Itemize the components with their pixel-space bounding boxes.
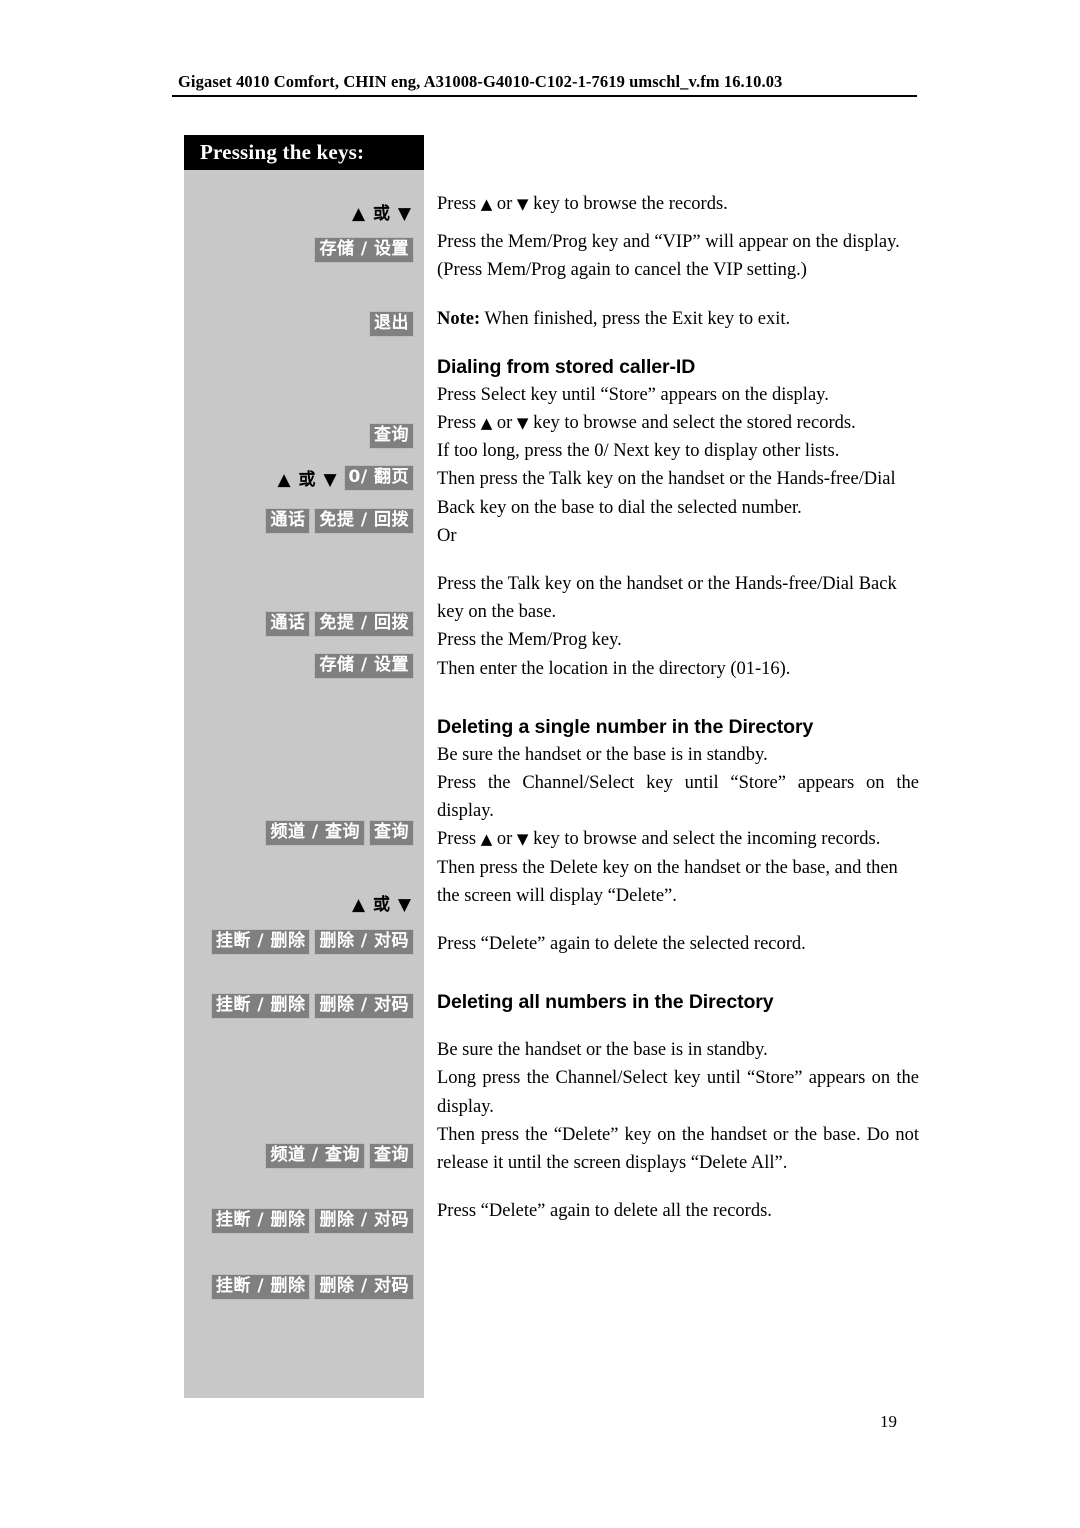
paragraph-dialing-alt-3: Then enter the location in the directory… <box>437 658 791 679</box>
paragraph-delete-all-3: Then press the “Delete” key on the hands… <box>437 1124 919 1174</box>
delete-single-3-pre: Press <box>437 829 481 850</box>
paragraph-dialing-or: Or <box>437 525 457 546</box>
key-row: 频道 / 查询 查询 <box>265 820 414 846</box>
paragraph-dialing-4: Then press the Talk key on the handset o… <box>437 469 896 518</box>
key-label-box: 免提 / 回拨 <box>314 611 414 637</box>
paragraph-delete-all-4: Press “Delete” again to delete all the r… <box>437 1201 772 1222</box>
paragraph-delete-single-1: Be sure the handset or the base is in st… <box>437 744 768 765</box>
paragraph-delete-single-2: Press the Channel/Select key until “Stor… <box>437 773 919 822</box>
up-down-arrows-icon: ▲ 或 ▼ <box>352 895 412 915</box>
key-label-box: 挂断 / 删除 <box>210 993 311 1019</box>
paragraph-note: Note: When finished, press the Exit key … <box>437 305 919 333</box>
section-title-delete-all: Deleting all numbers in the Directory <box>437 991 774 1014</box>
up-down-arrows-icon: ▲ 或 ▼ <box>277 470 338 490</box>
key-label-box: 查询 <box>369 1143 414 1169</box>
up-down-arrows-icon: ▲ 或 ▼ <box>352 204 412 224</box>
document-header-text: Gigaset 4010 Comfort, CHIN eng, A31008-G… <box>178 72 783 91</box>
browse-records-mid: or <box>492 194 517 214</box>
note-label: Note: <box>437 308 481 329</box>
arrow-up-icon: ▲ <box>480 830 493 849</box>
key-label-box: 删除 / 对码 <box>314 929 414 955</box>
key-row: 频道 / 查询 查询 <box>265 1143 414 1169</box>
key-row: 存储 / 设置 <box>314 653 414 679</box>
paragraph-delete-single-4: Then press the Delete key on the handset… <box>437 857 898 906</box>
key-row: 退出 <box>369 311 414 337</box>
dialing-2-mid: or <box>492 413 517 434</box>
key-row: ▲ 或 ▼ <box>350 888 414 917</box>
paragraph-dialing-3: If too long, press the 0/ Next key to di… <box>437 441 840 462</box>
paragraph-dialing-alt-1: Press the Talk key on the handset or the… <box>437 574 897 623</box>
key-label-box: 挂断 / 删除 <box>210 929 311 955</box>
note-text: When finished, press the Exit key to exi… <box>480 308 791 329</box>
key-label-box: 频道 / 查询 <box>265 820 365 846</box>
section-title-delete-single: Deleting a single number in the Director… <box>437 715 814 738</box>
paragraph-delete-single-5: Press “Delete” again to delete the selec… <box>437 934 806 955</box>
key-row: 通话 免提 / 回拨 <box>265 611 414 637</box>
key-label-box: 频道 / 查询 <box>265 1143 365 1169</box>
paragraph-delete-all-2: Long press the Channel/Select key until … <box>437 1068 919 1117</box>
key-row: 通话 免提 / 回拨 <box>265 508 414 534</box>
main-text-column: Press ▲ or ▼ key to browse the records. … <box>437 190 919 1225</box>
paragraph-dialing-2: Press ▲ or ▼ key to browse and select th… <box>437 409 919 437</box>
paragraph-mem-prog-vip-2: (Press Mem/Prog again to cancel the VIP … <box>437 260 807 281</box>
key-label-box: 删除 / 对码 <box>314 993 414 1019</box>
key-label-box: 通话 <box>265 508 311 534</box>
arrow-up-icon: ▲ <box>480 414 493 433</box>
browse-records-post: key to browse the records. <box>528 194 728 214</box>
key-label-box: 挂断 / 删除 <box>210 1274 311 1300</box>
key-label-box: 退出 <box>369 311 414 337</box>
paragraph-delete-all-1: Be sure the handset or the base is in st… <box>437 1040 768 1061</box>
key-row: 挂断 / 删除 删除 / 对码 <box>210 1274 414 1300</box>
key-label-box: 查询 <box>369 423 414 449</box>
paragraph-dialing-1: Press Select key until “Store” appears o… <box>437 384 829 405</box>
arrow-down-icon: ▼ <box>516 414 529 433</box>
key-row: ▲ 或 ▼ <box>350 197 414 226</box>
delete-single-3-post: key to browse and select the incoming re… <box>528 829 881 850</box>
dialing-2-post: key to browse and select the stored reco… <box>528 413 856 434</box>
key-label-box: 0/ 翻页 <box>343 464 414 491</box>
paragraph-delete-single-3: Press ▲ or ▼ key to browse and select th… <box>437 825 919 853</box>
sidebar-title: Pressing the keys: <box>184 135 424 170</box>
browse-records-pre: Press <box>437 194 481 214</box>
dialing-2-pre: Press <box>437 413 481 434</box>
key-label-box: 通话 <box>265 611 311 637</box>
key-label-box: 存储 / 设置 <box>314 237 414 263</box>
delete-single-3-mid: or <box>492 829 517 850</box>
paragraph-mem-prog-vip-1: Press the Mem/Prog key and “VIP” will ap… <box>437 232 900 253</box>
key-label-box: 存储 / 设置 <box>314 653 414 679</box>
key-row: 挂断 / 删除 删除 / 对码 <box>210 929 414 955</box>
arrow-down-icon: ▼ <box>516 830 529 849</box>
pressing-the-keys-sidebar: Pressing the keys: ▲ 或 ▼ 存储 / 设置 退出 查询 ▲ 或 ▼… <box>184 135 424 1398</box>
key-row: 查询 <box>369 423 414 449</box>
arrow-down-icon: ▼ <box>516 195 529 213</box>
key-row: ▲ 或 ▼ 0/ 翻页 <box>276 463 414 492</box>
key-label-box: 删除 / 对码 <box>314 1274 414 1300</box>
page-number: 19 <box>880 1412 897 1431</box>
header-rule <box>172 95 917 97</box>
key-row: 存储 / 设置 <box>314 237 414 263</box>
paragraph-browse-records: Press ▲ or ▼ key to browse the records. <box>437 190 919 218</box>
arrow-up-icon: ▲ <box>480 195 493 213</box>
key-row: 挂断 / 删除 删除 / 对码 <box>210 993 414 1019</box>
key-label-box: 免提 / 回拨 <box>314 508 414 534</box>
section-title-dialing: Dialing from stored caller-ID <box>437 355 696 378</box>
paragraph-dialing-alt-2: Press the Mem/Prog key. <box>437 630 622 651</box>
key-row: 挂断 / 删除 删除 / 对码 <box>210 1208 414 1234</box>
key-label-box: 挂断 / 删除 <box>210 1208 311 1234</box>
document-header: Gigaset 4010 Comfort, CHIN eng, A31008-G… <box>172 72 917 97</box>
key-label-box: 删除 / 对码 <box>314 1208 414 1234</box>
key-label-box: 查询 <box>369 820 414 846</box>
